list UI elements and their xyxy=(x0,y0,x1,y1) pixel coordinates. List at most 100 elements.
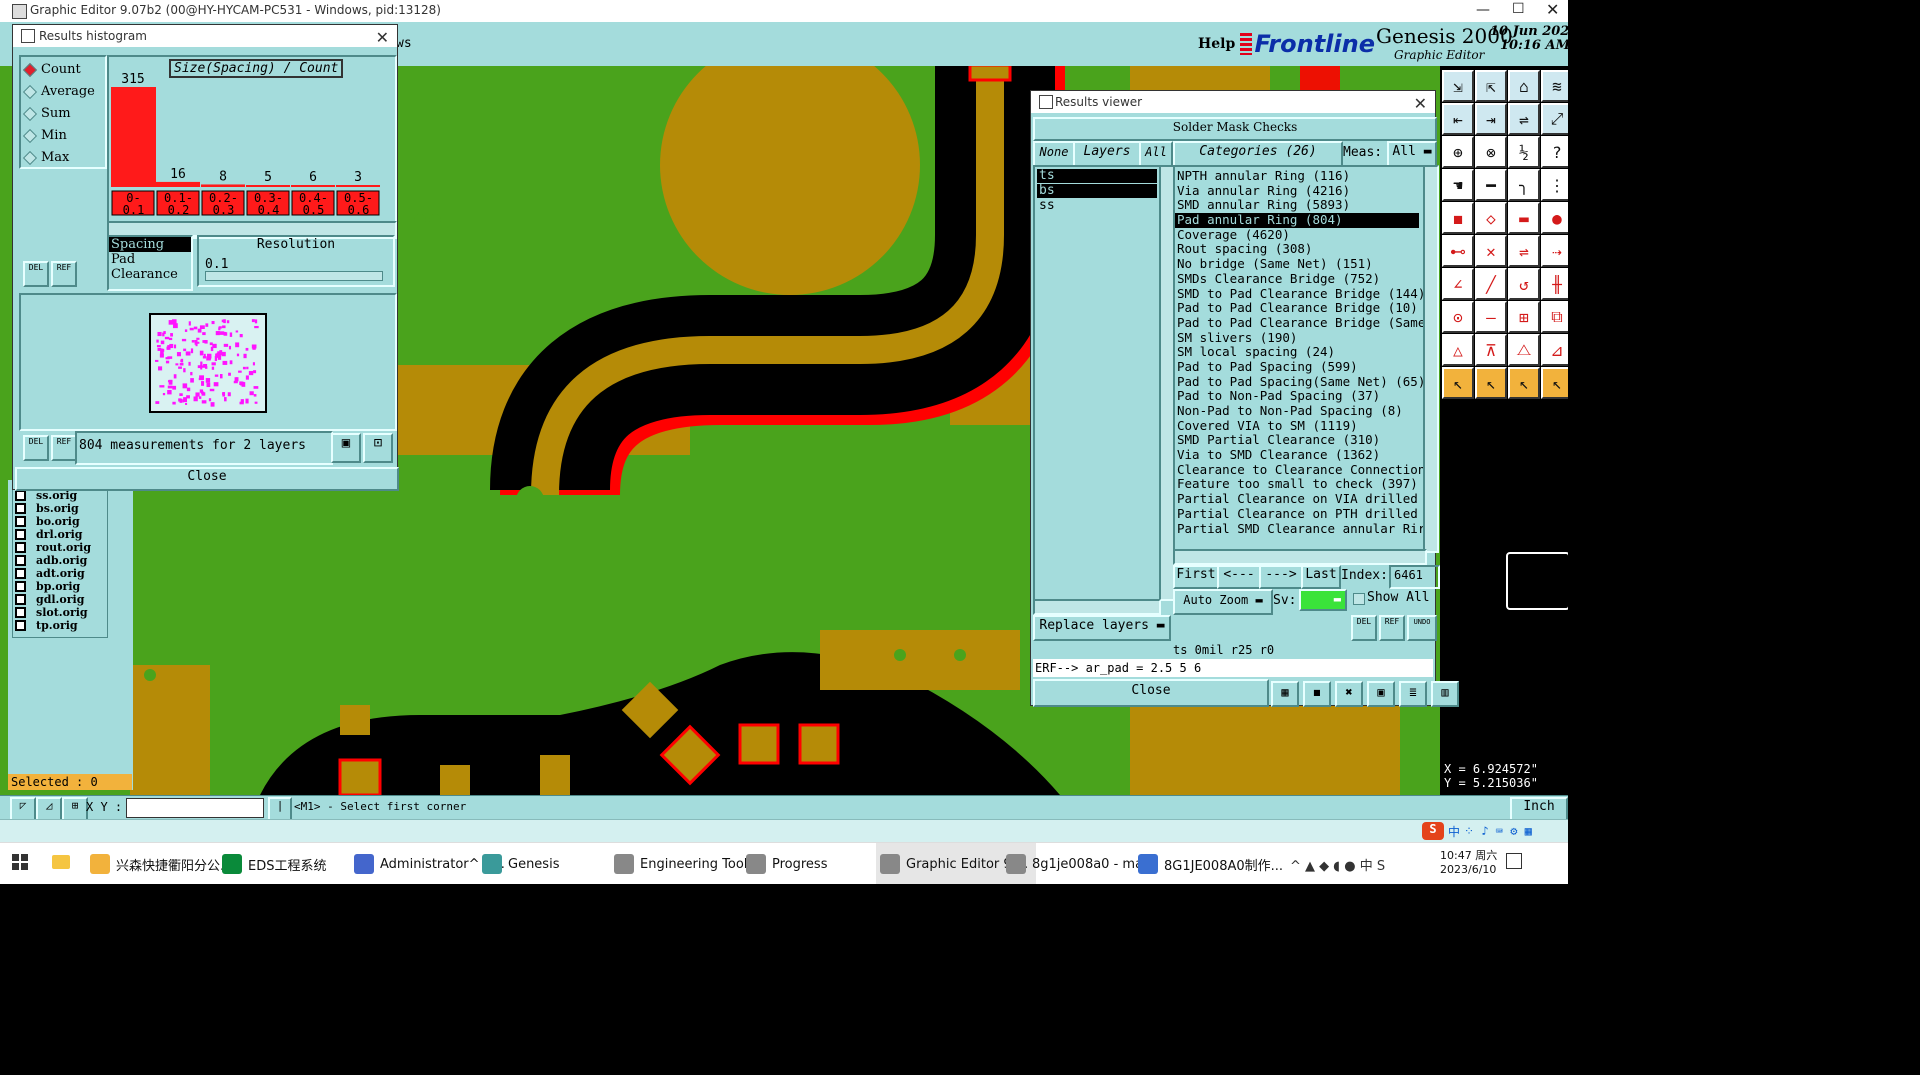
taskbar-item[interactable]: Genesis xyxy=(482,843,559,885)
taskbar-item[interactable]: 8G1JE008A0制作... xyxy=(1138,843,1283,885)
viewer-layer-item[interactable]: bs xyxy=(1037,184,1157,198)
tool-icon-3[interactable]: ⊞ xyxy=(62,797,88,821)
layer-row[interactable]: slot.orig xyxy=(13,606,107,619)
index-field[interactable]: 6461 xyxy=(1389,565,1440,589)
sv-color-dropdown[interactable]: ▬ xyxy=(1299,589,1347,611)
layers-button[interactable]: Layers xyxy=(1073,141,1141,167)
arrow-up-icon[interactable]: ⊼ xyxy=(1475,334,1507,366)
layout-thumbnail[interactable] xyxy=(149,313,267,413)
taskbar-item[interactable]: 兴森快捷衢阳分公... xyxy=(90,843,232,885)
taskbar-item[interactable]: Progress xyxy=(746,843,827,885)
layer-row[interactable]: adb.orig xyxy=(13,554,107,567)
prev-button[interactable]: <--- xyxy=(1217,565,1261,589)
shape-icon[interactable]: ◇ xyxy=(1475,202,1507,234)
histogram-bar[interactable] xyxy=(201,184,245,187)
cross-icon[interactable]: ✕ xyxy=(1475,235,1507,267)
mode-option-max[interactable]: Max xyxy=(22,147,105,169)
line-icon[interactable]: ━ xyxy=(1475,169,1507,201)
units-button[interactable]: Inch xyxy=(1510,797,1568,821)
align-icon[interactable]: ⊞ xyxy=(1508,301,1540,333)
histogram-close-button[interactable]: Close xyxy=(15,467,399,491)
maximize-icon[interactable]: ☐ xyxy=(1512,1,1525,17)
report-icon[interactable]: ◼ xyxy=(1303,681,1331,707)
layer-checkbox[interactable] xyxy=(15,581,26,592)
sogou-icon[interactable]: S xyxy=(1422,822,1444,840)
layer-row[interactable]: bo.orig xyxy=(13,515,107,528)
category-item[interactable]: Rout spacing (308) xyxy=(1175,242,1419,257)
category-item[interactable]: Feature too small to check (397) xyxy=(1175,477,1419,492)
mode-option-sum[interactable]: Sum xyxy=(22,103,105,125)
first-button[interactable]: First xyxy=(1173,565,1219,589)
layer-checkbox[interactable] xyxy=(15,542,26,553)
category-item[interactable]: Pad to Pad Clearance Bridge (Same xyxy=(1175,315,1425,331)
category-item[interactable]: Pad annular Ring (804) xyxy=(1175,212,1419,228)
auto-zoom-dropdown[interactable]: Auto Zoom ▬ xyxy=(1173,589,1273,615)
layer-row[interactable]: tp.orig xyxy=(13,619,107,632)
categories-button[interactable]: Categories (26) xyxy=(1173,141,1343,167)
legend-icon[interactable]: ▦ xyxy=(1271,681,1299,707)
category-item[interactable]: Clearance to Clearance Connection xyxy=(1175,462,1425,478)
category-item[interactable]: Partial SMD Clearance annular Rir xyxy=(1175,521,1425,537)
mode-option-average[interactable]: Average xyxy=(22,81,105,103)
move-icon[interactable]: ⇲ xyxy=(1442,70,1474,102)
viewer-undo-button[interactable]: UNDO xyxy=(1407,615,1437,641)
hand-icon[interactable]: ☚ xyxy=(1442,169,1474,201)
histogram-del-button-2[interactable]: DEL xyxy=(23,435,49,461)
file-explorer-icon[interactable] xyxy=(52,855,70,869)
category-item[interactable]: Pad to Pad Spacing (599) xyxy=(1175,359,1419,375)
triangle-icon[interactable]: △ xyxy=(1442,334,1474,366)
ime-mode[interactable]: 中 xyxy=(1448,823,1460,840)
histogram-bar[interactable] xyxy=(246,185,290,187)
layers-none-button[interactable]: None xyxy=(1033,141,1075,167)
mirror-icon[interactable]: ⇌ xyxy=(1508,103,1540,135)
histogram-bar[interactable] xyxy=(291,185,335,187)
category-item[interactable]: Partial Clearance on VIA drilled xyxy=(1175,491,1419,507)
node-icon[interactable]: ⊷ xyxy=(1442,235,1474,267)
layer-checkbox[interactable] xyxy=(15,568,26,579)
pick-icon[interactable]: ↖ xyxy=(1508,367,1540,399)
taskbar-item[interactable]: Engineering Tool... xyxy=(614,843,760,885)
input-toggle-icon[interactable]: | xyxy=(268,797,292,821)
category-item[interactable]: SMD Partial Clearance (310) xyxy=(1175,433,1419,448)
xy-input[interactable] xyxy=(126,798,264,818)
next-button[interactable]: ---> xyxy=(1259,565,1303,589)
last-button[interactable]: Last xyxy=(1301,565,1341,589)
layer-row[interactable]: drl.orig xyxy=(13,528,107,541)
menu-partial-windows[interactable]: ws xyxy=(396,36,412,51)
home-icon[interactable]: ⌂ xyxy=(1508,70,1540,102)
layer-row[interactable]: bp.orig xyxy=(13,580,107,593)
pad-icon[interactable]: ◼ xyxy=(1442,202,1474,234)
stats-icon[interactable]: ▥ xyxy=(1431,681,1459,707)
layer-checkbox[interactable] xyxy=(15,555,26,566)
category-item[interactable]: No bridge (Same Net) (151) xyxy=(1175,256,1419,272)
scale-icon[interactable]: ½ xyxy=(1508,136,1540,168)
pointer-icon[interactable]: ↖ xyxy=(1442,367,1474,399)
clip-icon[interactable]: ⇥ xyxy=(1475,103,1507,135)
category-item[interactable]: SM local spacing (24) xyxy=(1175,345,1419,360)
histogram-ref-button[interactable]: REF xyxy=(51,261,77,287)
delete-icon[interactable]: ✖ xyxy=(1335,681,1363,707)
layer-checkbox[interactable] xyxy=(15,516,26,527)
layer-row[interactable]: rout.orig xyxy=(13,541,107,554)
show-all-checkbox[interactable] xyxy=(1353,593,1365,605)
layer-row[interactable]: adt.orig xyxy=(13,567,107,580)
histogram-del-button[interactable]: DEL xyxy=(23,261,49,287)
minus-icon[interactable]: — xyxy=(1475,301,1507,333)
arc-icon[interactable]: ↺ xyxy=(1508,268,1540,300)
tool-icon-1[interactable]: ◸ xyxy=(10,797,36,821)
cut-icon[interactable]: ⇤ xyxy=(1442,103,1474,135)
histogram-bar[interactable] xyxy=(111,87,156,187)
histogram-ref-button-2[interactable]: REF xyxy=(51,435,77,461)
tool-icon-2[interactable]: ◿ xyxy=(36,797,62,821)
viewer-layer-item[interactable]: ss xyxy=(1037,199,1157,213)
notes-icon[interactable]: ≣ xyxy=(1399,681,1427,707)
route-icon[interactable]: ╮ xyxy=(1508,169,1540,201)
select-icon[interactable]: ↖ xyxy=(1475,367,1507,399)
resolution-slider[interactable] xyxy=(205,271,383,281)
category-item[interactable]: Pad to Pad Clearance Bridge (10) xyxy=(1175,300,1419,316)
category-item[interactable]: SM slivers (190) xyxy=(1175,330,1419,346)
layer-row[interactable]: bs.orig xyxy=(13,502,107,515)
viewer-ref-button[interactable]: REF xyxy=(1379,615,1405,641)
zoom-fit-icon[interactable]: ⊗ xyxy=(1475,136,1507,168)
category-item[interactable]: Non-Pad to Non-Pad Spacing (8) xyxy=(1175,403,1419,419)
